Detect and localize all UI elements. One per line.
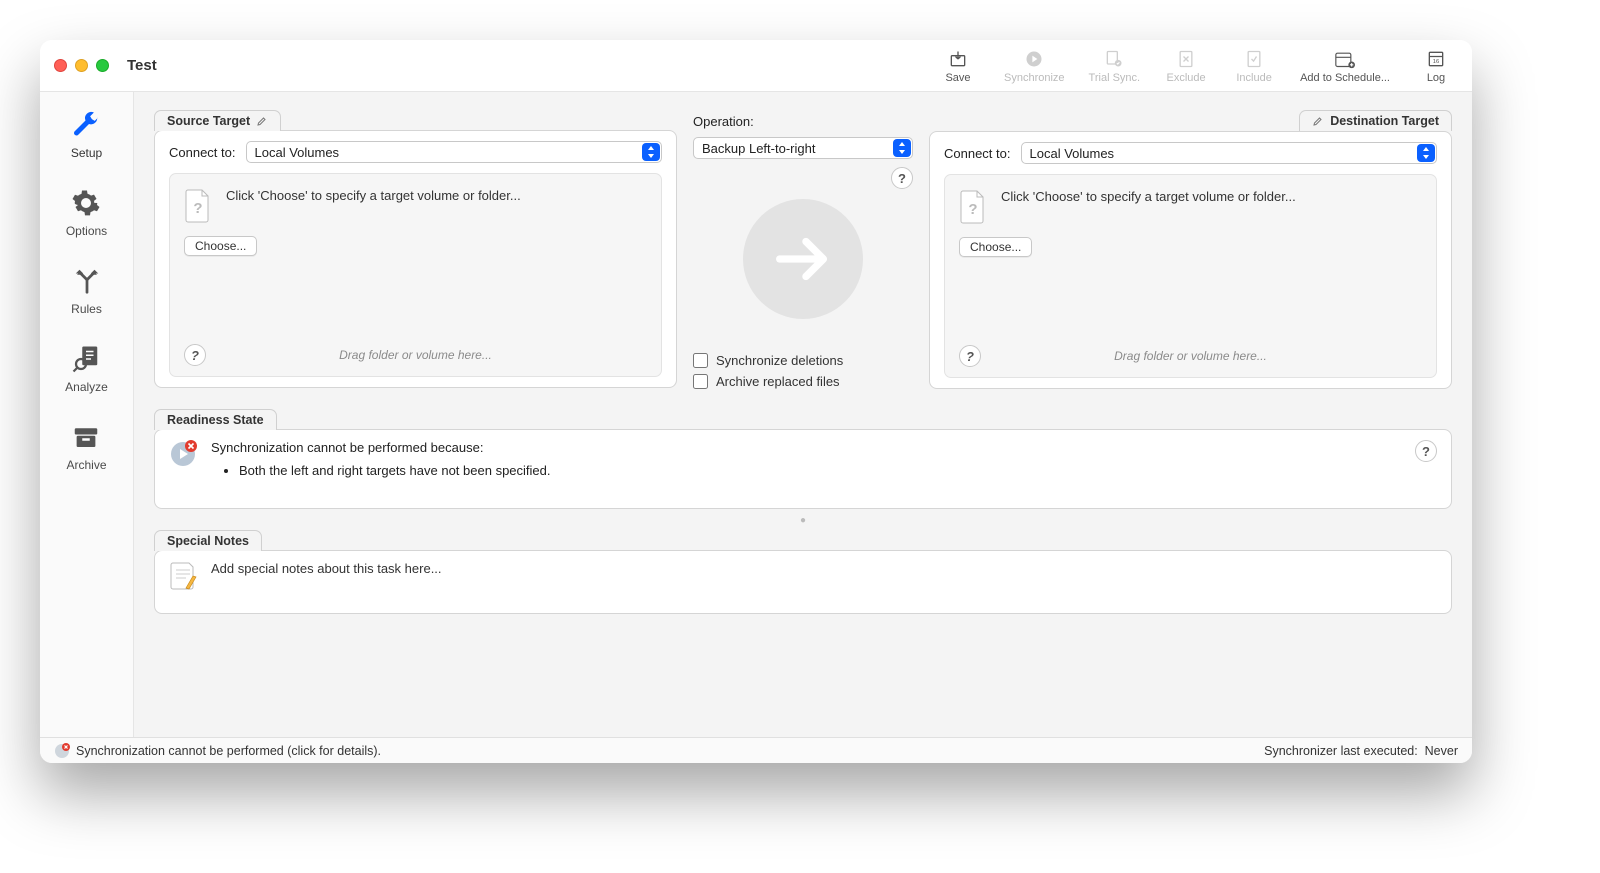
operation-help-button[interactable]: ?: [891, 167, 913, 189]
resize-handle-icon[interactable]: ●: [154, 515, 1452, 526]
titlebar: Test Save Synchronize Trial Sync.: [40, 40, 1472, 92]
chevron-up-down-icon: [642, 143, 660, 161]
notes-icon: [169, 561, 197, 591]
trial-sync-icon: [1103, 48, 1125, 70]
notes-placeholder[interactable]: Add special notes about this task here..…: [211, 561, 442, 576]
svg-text:16: 16: [1433, 59, 1439, 65]
main-content: Source Target Connect to: Local Volumes: [134, 92, 1472, 737]
synchronize-button[interactable]: Synchronize: [1004, 48, 1065, 84]
gear-icon: [71, 188, 101, 218]
include-icon: [1243, 48, 1265, 70]
log-icon: 16: [1425, 48, 1447, 70]
destination-panel: Connect to: Local Volumes: [929, 131, 1452, 389]
source-drop-area[interactable]: ? Click 'Choose' to specify a target vol…: [169, 173, 662, 377]
add-to-schedule-button[interactable]: Add to Schedule...: [1300, 48, 1390, 84]
include-button[interactable]: Include: [1232, 48, 1276, 84]
archive-replaced-checkbox[interactable]: Archive replaced files: [693, 374, 913, 389]
save-icon: [947, 48, 969, 70]
source-hint-text: Click 'Choose' to specify a target volum…: [226, 188, 521, 203]
play-circle-icon: [1023, 48, 1045, 70]
edit-icon[interactable]: [1312, 115, 1324, 127]
sync-deletions-checkbox[interactable]: Synchronize deletions: [693, 353, 913, 368]
source-panel: Connect to: Local Volumes: [154, 130, 677, 388]
destination-target-tab: Destination Target: [1299, 110, 1452, 131]
destination-help-button[interactable]: ?: [959, 345, 981, 367]
destination-drag-hint: Drag folder or volume here...: [981, 349, 1400, 363]
exclude-button[interactable]: Exclude: [1164, 48, 1208, 84]
app-window: Test Save Synchronize Trial Sync.: [40, 40, 1472, 763]
direction-arrow-icon: [743, 199, 863, 319]
operation-label: Operation:: [693, 114, 913, 129]
minimize-window-button[interactable]: [75, 59, 88, 72]
unknown-file-icon: ?: [184, 188, 212, 224]
source-connect-select[interactable]: Local Volumes: [246, 141, 663, 163]
archive-icon: [71, 422, 101, 452]
destination-drop-area[interactable]: ? Click 'Choose' to specify a target vol…: [944, 174, 1437, 378]
sidebar: Setup Options Rules Analyze: [40, 92, 134, 737]
status-right: Synchronizer last executed: Never: [1264, 744, 1458, 758]
readiness-bullet: Both the left and right targets have not…: [239, 463, 551, 478]
status-left[interactable]: Synchronization cannot be performed (cli…: [54, 743, 381, 759]
zoom-window-button[interactable]: [96, 59, 109, 72]
svg-text:?: ?: [968, 201, 977, 218]
sidebar-item-analyze[interactable]: Analyze: [65, 344, 108, 394]
special-notes-tab: Special Notes: [154, 530, 262, 551]
source-target-column: Source Target Connect to: Local Volumes: [154, 110, 677, 389]
window-title: Test: [127, 57, 157, 74]
sidebar-item-archive[interactable]: Archive: [66, 422, 106, 472]
source-choose-button[interactable]: Choose...: [184, 236, 257, 256]
toolbar: Save Synchronize Trial Sync. Exclude: [936, 48, 1458, 84]
exclude-icon: [1175, 48, 1197, 70]
source-help-button[interactable]: ?: [184, 344, 206, 366]
sidebar-item-options[interactable]: Options: [66, 188, 107, 238]
readiness-message: Synchronization cannot be performed beca…: [211, 440, 551, 455]
error-play-icon: [169, 440, 197, 468]
chevron-up-down-icon: [893, 139, 911, 157]
save-button[interactable]: Save: [936, 48, 980, 84]
wrench-icon: [71, 110, 101, 140]
destination-choose-button[interactable]: Choose...: [959, 237, 1032, 257]
window-controls: [54, 59, 109, 72]
trial-sync-button[interactable]: Trial Sync.: [1089, 48, 1141, 84]
unknown-file-icon: ?: [959, 189, 987, 225]
split-arrows-icon: [72, 266, 102, 296]
operation-column: Operation: Backup Left-to-right ?: [693, 110, 913, 389]
source-drag-hint: Drag folder or volume here...: [206, 348, 625, 362]
source-target-tab: Source Target: [154, 110, 281, 131]
sidebar-item-setup[interactable]: Setup: [71, 110, 102, 160]
operation-select[interactable]: Backup Left-to-right: [693, 137, 913, 159]
destination-connect-select[interactable]: Local Volumes: [1021, 142, 1438, 164]
source-connect-label: Connect to:: [169, 145, 236, 160]
destination-connect-label: Connect to:: [944, 146, 1011, 161]
destination-target-column: Destination Target Connect to: Local Vol…: [929, 110, 1452, 389]
close-window-button[interactable]: [54, 59, 67, 72]
log-button[interactable]: 16 Log: [1414, 48, 1458, 84]
analyze-icon: [71, 344, 101, 374]
svg-text:?: ?: [193, 200, 202, 217]
readiness-section: Readiness State Synchronization cannot b…: [154, 409, 1452, 509]
calendar-add-icon: [1334, 48, 1356, 70]
notes-section: Special Notes Add special notes about th…: [154, 530, 1452, 614]
edit-icon[interactable]: [256, 115, 268, 127]
status-bar: Synchronization cannot be performed (cli…: [40, 737, 1472, 763]
status-error-icon: [54, 743, 70, 759]
chevron-up-down-icon: [1417, 144, 1435, 162]
sidebar-item-rules[interactable]: Rules: [71, 266, 102, 316]
readiness-tab: Readiness State: [154, 409, 277, 430]
destination-hint-text: Click 'Choose' to specify a target volum…: [1001, 189, 1296, 204]
readiness-help-button[interactable]: ?: [1415, 440, 1437, 462]
